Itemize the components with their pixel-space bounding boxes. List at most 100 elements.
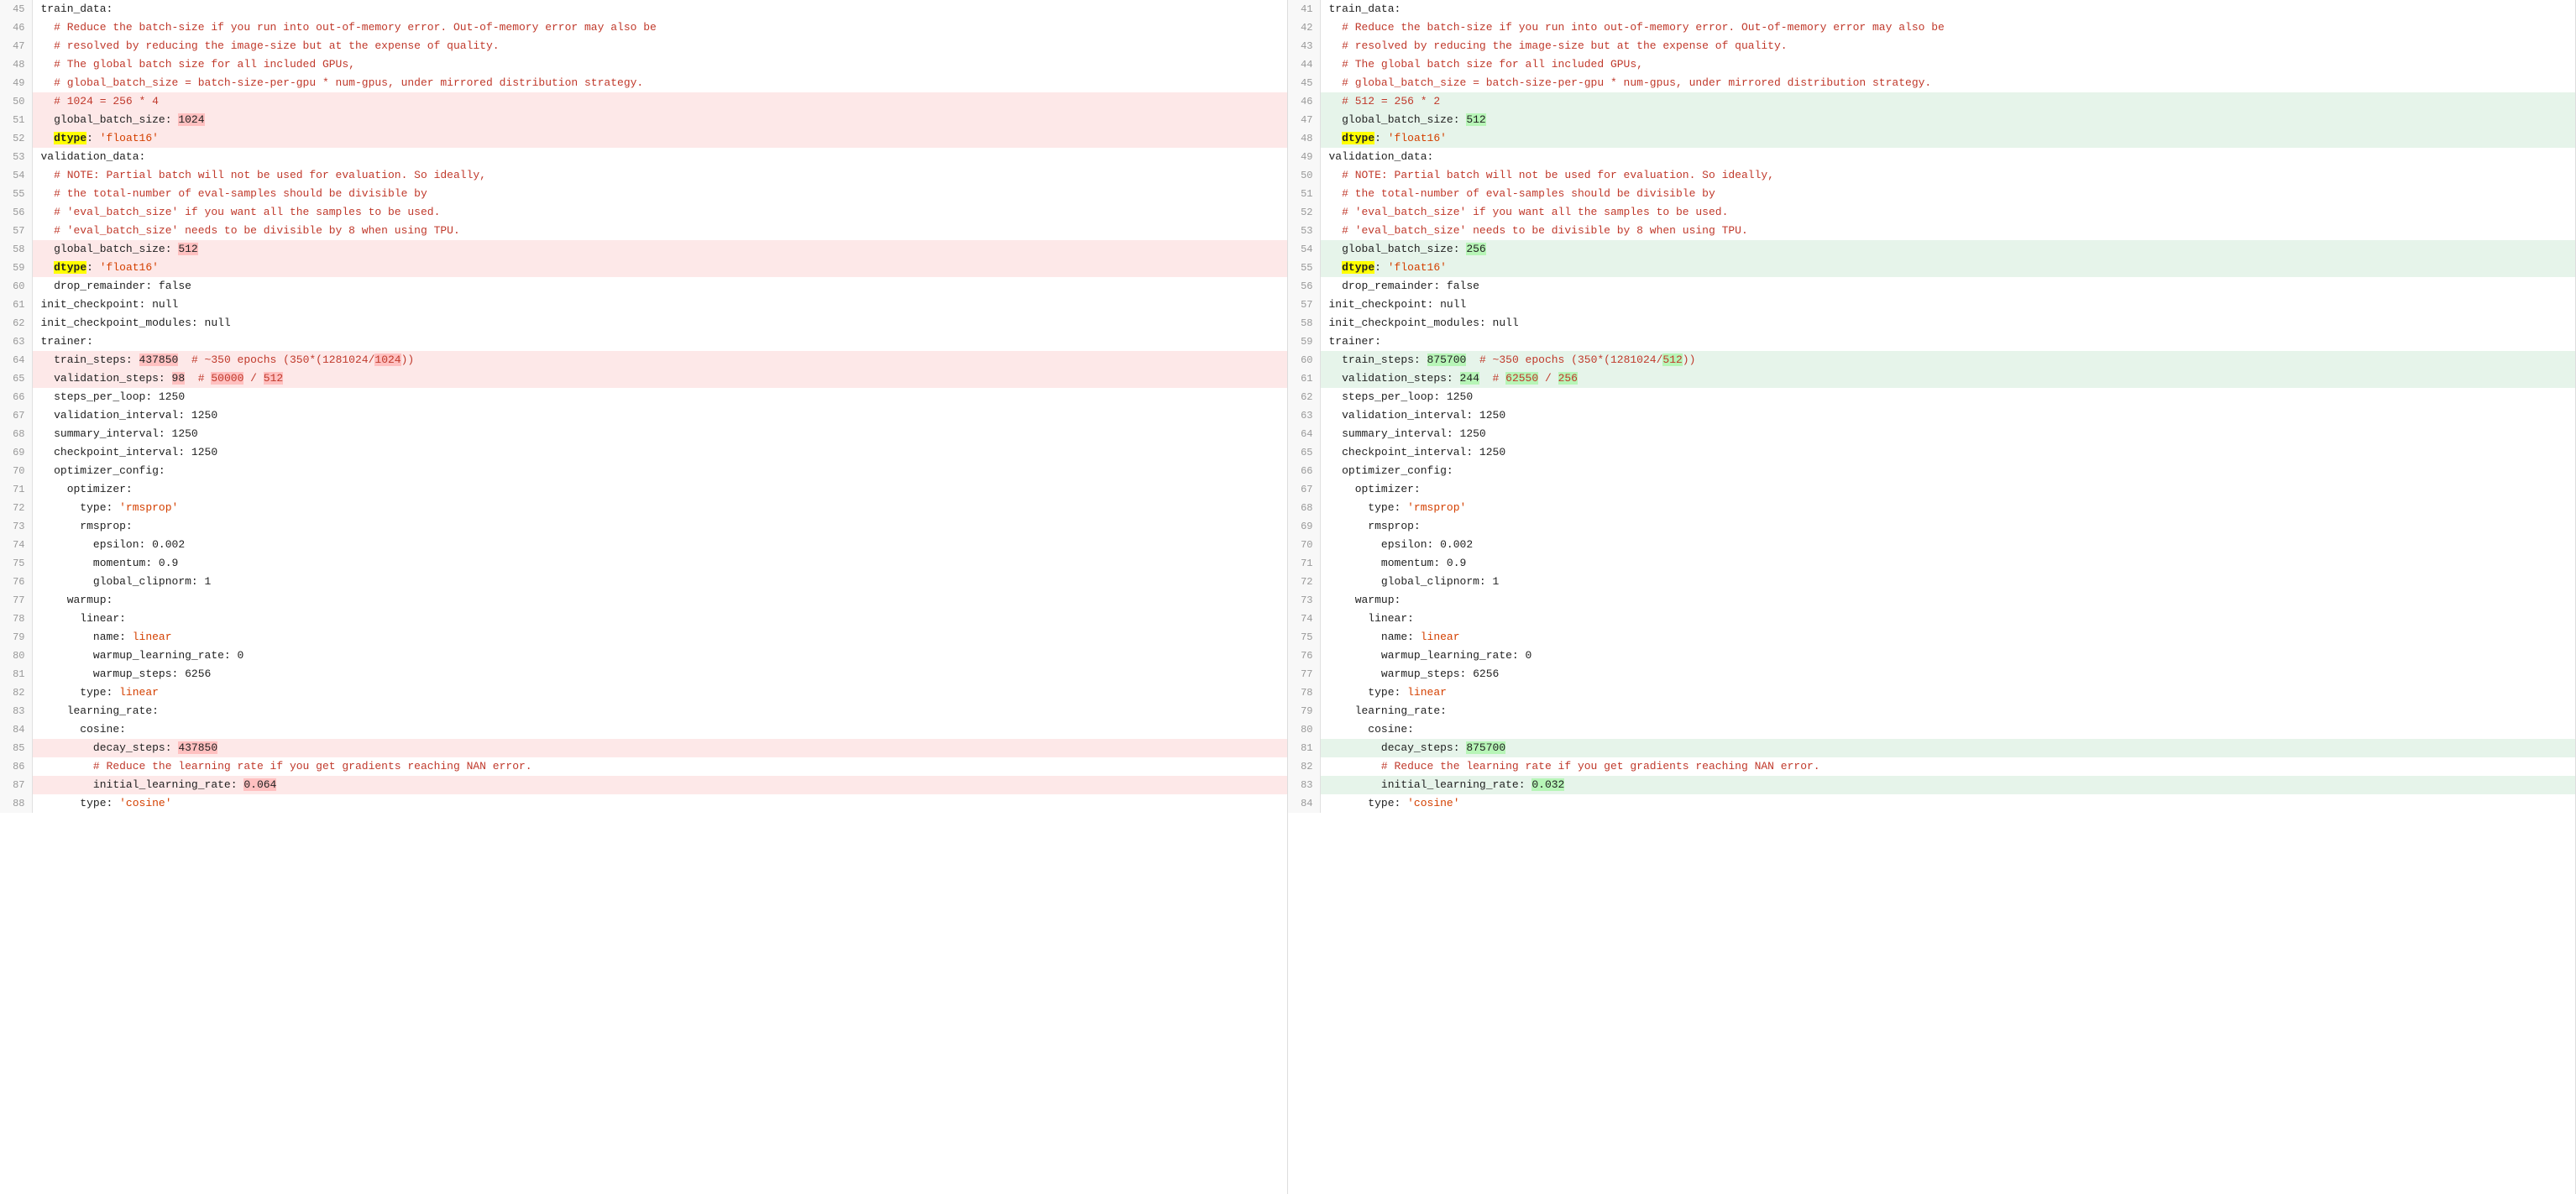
line-number: 65: [0, 369, 32, 388]
line-number: 75: [0, 554, 32, 573]
table-row: 78 linear:: [0, 610, 1287, 628]
table-row: 53validation_data:: [0, 148, 1287, 166]
line-number: 71: [0, 480, 32, 499]
line-number: 76: [0, 573, 32, 591]
line-code: rmsprop:: [32, 517, 1287, 536]
line-number: 50: [0, 92, 32, 111]
line-code: summary_interval: 1250: [1320, 425, 2575, 443]
table-row: 51 # the total-number of eval-samples sh…: [1288, 185, 2575, 203]
line-number: 80: [0, 647, 32, 665]
line-number: 78: [0, 610, 32, 628]
table-row: 75 name: linear: [1288, 628, 2575, 647]
line-code: init_checkpoint_modules: null: [1320, 314, 2575, 333]
line-number: 77: [0, 591, 32, 610]
line-code: epsilon: 0.002: [32, 536, 1287, 554]
line-number: 45: [1288, 74, 1320, 92]
table-row: 58init_checkpoint_modules: null: [1288, 314, 2575, 333]
line-number: 57: [0, 222, 32, 240]
line-number: 51: [0, 111, 32, 129]
table-row: 65 checkpoint_interval: 1250: [1288, 443, 2575, 462]
table-row: 46 # 512 = 256 * 2: [1288, 92, 2575, 111]
line-number: 73: [1288, 591, 1320, 610]
line-number: 45: [0, 0, 32, 18]
table-row: 70 optimizer_config:: [0, 462, 1287, 480]
line-number: 68: [1288, 499, 1320, 517]
line-code: initial_learning_rate: 0.064: [32, 776, 1287, 794]
line-code: type: linear: [1320, 683, 2575, 702]
table-row: 69 rmsprop:: [1288, 517, 2575, 536]
line-number: 65: [1288, 443, 1320, 462]
line-number: 74: [1288, 610, 1320, 628]
table-row: 53 # 'eval_batch_size' needs to be divis…: [1288, 222, 2575, 240]
line-number: 43: [1288, 37, 1320, 55]
line-number: 81: [0, 665, 32, 683]
line-number: 79: [1288, 702, 1320, 720]
line-code: drop_remainder: false: [32, 277, 1287, 296]
line-code: trainer:: [1320, 333, 2575, 351]
line-number: 61: [0, 296, 32, 314]
line-code: warmup_steps: 6256: [32, 665, 1287, 683]
line-code: warmup:: [1320, 591, 2575, 610]
line-code: global_clipnorm: 1: [32, 573, 1287, 591]
line-number: 67: [1288, 480, 1320, 499]
line-number: 48: [1288, 129, 1320, 148]
table-row: 56 drop_remainder: false: [1288, 277, 2575, 296]
table-row: 86 # Reduce the learning rate if you get…: [0, 757, 1287, 776]
line-code: # Reduce the learning rate if you get gr…: [32, 757, 1287, 776]
line-number: 84: [1288, 794, 1320, 813]
line-code: global_clipnorm: 1: [1320, 573, 2575, 591]
table-row: 62init_checkpoint_modules: null: [0, 314, 1287, 333]
table-row: 82 type: linear: [0, 683, 1287, 702]
line-code: validation_steps: 98 # 50000 / 512: [32, 369, 1287, 388]
table-row: 74 linear:: [1288, 610, 2575, 628]
line-number: 46: [0, 18, 32, 37]
line-number: 68: [0, 425, 32, 443]
line-number: 56: [1288, 277, 1320, 296]
line-code: decay_steps: 437850: [32, 739, 1287, 757]
line-number: 77: [1288, 665, 1320, 683]
line-number: 47: [1288, 111, 1320, 129]
table-row: 65 validation_steps: 98 # 50000 / 512: [0, 369, 1287, 388]
line-number: 80: [1288, 720, 1320, 739]
line-code: # NOTE: Partial batch will not be used f…: [1320, 166, 2575, 185]
table-row: 48 # The global batch size for all inclu…: [0, 55, 1287, 74]
table-row: 67 optimizer:: [1288, 480, 2575, 499]
line-code: # Reduce the batch-size if you run into …: [1320, 18, 2575, 37]
table-row: 84 cosine:: [0, 720, 1287, 739]
line-number: 83: [0, 702, 32, 720]
line-code: optimizer:: [32, 480, 1287, 499]
line-code: # resolved by reducing the image-size bu…: [1320, 37, 2575, 55]
table-row: 62 steps_per_loop: 1250: [1288, 388, 2575, 406]
line-code: initial_learning_rate: 0.032: [1320, 776, 2575, 794]
table-row: 81 warmup_steps: 6256: [0, 665, 1287, 683]
table-row: 61init_checkpoint: null: [0, 296, 1287, 314]
line-number: 52: [0, 129, 32, 148]
line-number: 57: [1288, 296, 1320, 314]
table-row: 72 type: 'rmsprop': [0, 499, 1287, 517]
line-number: 86: [0, 757, 32, 776]
line-number: 84: [0, 720, 32, 739]
table-row: 60 drop_remainder: false: [0, 277, 1287, 296]
line-code: type: 'cosine': [32, 794, 1287, 813]
table-row: 44 # The global batch size for all inclu…: [1288, 55, 2575, 74]
line-code: dtype: 'float16': [1320, 129, 2575, 148]
table-row: 57init_checkpoint: null: [1288, 296, 2575, 314]
line-number: 54: [0, 166, 32, 185]
line-number: 59: [0, 259, 32, 277]
line-number: 60: [1288, 351, 1320, 369]
line-number: 51: [1288, 185, 1320, 203]
line-code: warmup_learning_rate: 0: [1320, 647, 2575, 665]
table-row: 56 # 'eval_batch_size' if you want all t…: [0, 203, 1287, 222]
table-row: 82 # Reduce the learning rate if you get…: [1288, 757, 2575, 776]
line-code: validation_data:: [1320, 148, 2575, 166]
table-row: 72 global_clipnorm: 1: [1288, 573, 2575, 591]
line-code: init_checkpoint_modules: null: [32, 314, 1287, 333]
line-code: trainer:: [32, 333, 1287, 351]
table-row: 74 epsilon: 0.002: [0, 536, 1287, 554]
line-number: 83: [1288, 776, 1320, 794]
right-code-area: 41train_data:42 # Reduce the batch-size …: [1288, 0, 2575, 1194]
table-row: 66 steps_per_loop: 1250: [0, 388, 1287, 406]
table-row: 71 optimizer:: [0, 480, 1287, 499]
table-row: 79 learning_rate:: [1288, 702, 2575, 720]
line-code: train_data:: [32, 0, 1287, 18]
